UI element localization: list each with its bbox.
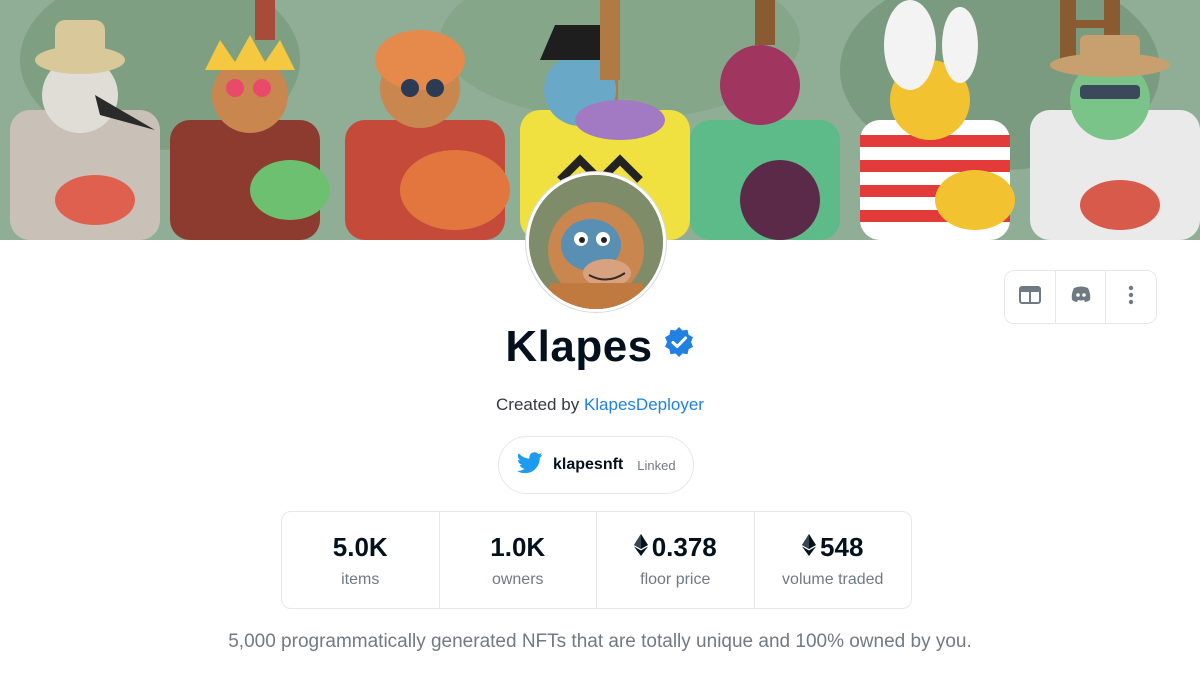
collection-stats: 5.0K items 1.0K owners 0.378 floor price <box>281 511 912 609</box>
created-by-label: Created by <box>496 395 580 414</box>
collection-description: 5,000 programmatically generated NFTs th… <box>228 631 972 652</box>
discord-icon <box>1070 286 1092 308</box>
collection-avatar <box>526 172 666 312</box>
stat-floor-price[interactable]: 0.378 floor price <box>597 512 755 608</box>
ethereum-icon <box>633 532 648 563</box>
stat-volume-traded[interactable]: 548 volume traded <box>755 512 912 608</box>
stat-label: items <box>341 570 380 588</box>
stat-value-row: 548 <box>802 532 863 563</box>
stat-label: volume traded <box>782 570 884 588</box>
twitter-icon <box>516 451 543 479</box>
stat-value: 548 <box>820 531 864 562</box>
stat-label: owners <box>491 570 544 588</box>
discord-button[interactable] <box>1056 271 1107 323</box>
more-options-icon <box>1128 285 1134 310</box>
website-icon <box>1018 285 1041 309</box>
twitter-linked-status: Linked <box>637 457 676 473</box>
creator-line: Created by KlapesDeployer <box>0 395 1200 415</box>
creator-link[interactable]: KlapesDeployer <box>584 395 704 414</box>
more-options-button[interactable] <box>1106 271 1156 323</box>
website-button[interactable] <box>1005 271 1056 323</box>
stat-owners[interactable]: 1.0K owners <box>440 512 597 608</box>
stat-items[interactable]: 5.0K items <box>282 512 440 608</box>
ethereum-icon <box>802 532 817 563</box>
twitter-handle: klapesnft <box>553 456 624 473</box>
verified-badge-icon <box>663 326 695 358</box>
collection-title-row: Klapes <box>0 322 1200 372</box>
stat-label: floor price <box>640 570 711 588</box>
collection-title: Klapes <box>505 322 653 371</box>
stat-value-row: 0.378 <box>633 531 717 563</box>
twitter-link[interactable]: klapesnft Linked <box>498 436 694 494</box>
stat-value: 5.0K <box>332 531 388 562</box>
stat-value: 0.378 <box>651 531 717 562</box>
collection-actions <box>1004 270 1157 324</box>
stat-value: 1.0K <box>490 531 546 562</box>
